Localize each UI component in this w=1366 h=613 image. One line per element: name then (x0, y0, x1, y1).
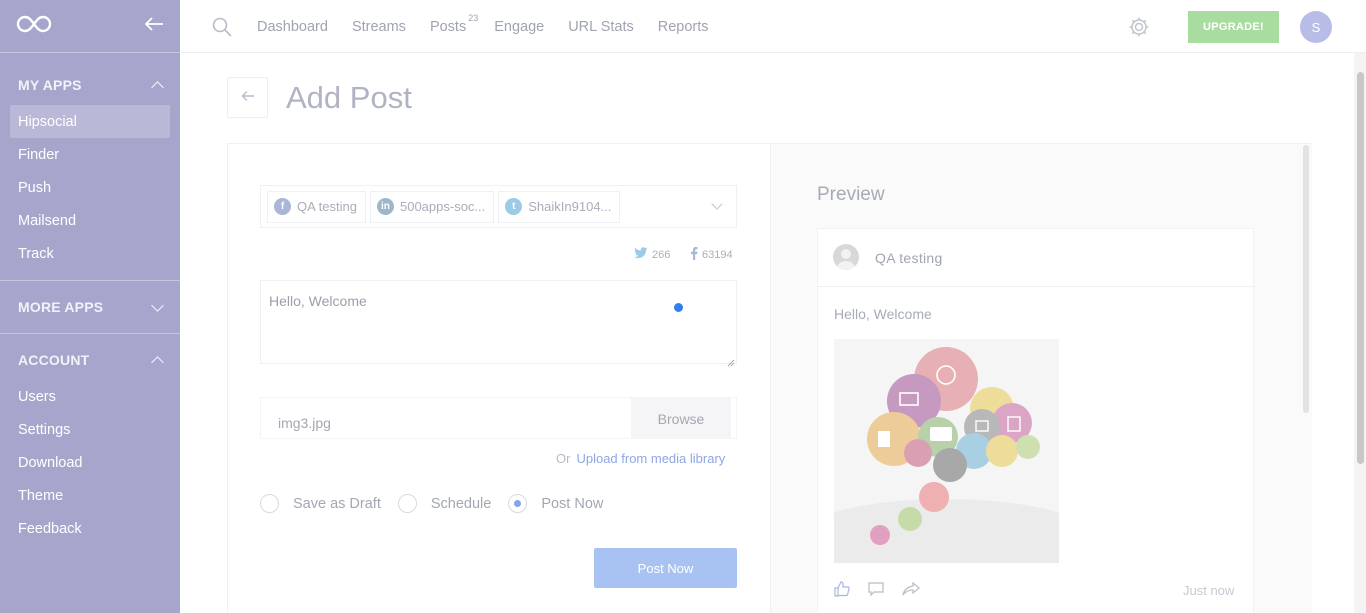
more-apps-section: MORE APPS (0, 281, 180, 334)
preview-timestamp: Just now (1183, 583, 1235, 598)
preview-title: Preview (817, 184, 885, 205)
nav-posts-label: Posts (429, 18, 467, 35)
preview-header: QA testing (818, 229, 1255, 287)
message-textarea[interactable]: Hello, Welcome (260, 280, 737, 364)
sidebar-item-push[interactable]: Push (10, 171, 170, 204)
account-section: ACCOUNT Users Settings Download Theme Fe… (0, 334, 180, 545)
page-scrollbar-thumb[interactable] (1357, 72, 1364, 464)
my-apps-header[interactable]: MY APPS (10, 65, 170, 105)
nav-posts[interactable]: Posts 23 (429, 13, 478, 35)
publish-options: Save as Draft Schedule Post Now (260, 494, 620, 513)
file-name: img3.jpg (278, 415, 331, 431)
twitter-icon: t (505, 198, 523, 215)
section-title: MY APPS (18, 77, 82, 93)
sidebar-item-download[interactable]: Download (10, 446, 170, 479)
section-title: MORE APPS (18, 299, 104, 315)
user-avatar-icon (833, 244, 859, 270)
account-name: QA testing (297, 199, 357, 214)
infinity-logo-icon[interactable] (16, 14, 52, 39)
share-icon[interactable] (902, 581, 920, 602)
chevron-up-icon[interactable] (151, 80, 164, 94)
nav-engage[interactable]: Engage (494, 19, 544, 35)
chevron-down-icon[interactable] (151, 298, 164, 312)
page-title: Add Post (286, 80, 412, 115)
preview-card: QA testing Hello, Welcome Just now (817, 228, 1255, 613)
twitter-count: 266 (652, 248, 671, 261)
back-button[interactable] (227, 77, 268, 118)
linkedin-icon: in (376, 198, 394, 215)
facebook-icon: f (274, 198, 291, 215)
media-library-line: Or Upload from media library (556, 451, 725, 466)
upgrade-button[interactable]: UPGRADE! (1188, 11, 1279, 43)
gear-icon[interactable] (1127, 15, 1151, 44)
post-now-label[interactable]: Post Now (541, 496, 603, 512)
more-apps-header[interactable]: MORE APPS (10, 287, 170, 327)
twitter-icon (634, 247, 648, 262)
account-chip-twitter[interactable]: t ShaikIn9104... (498, 190, 621, 223)
preview-actions (834, 581, 938, 602)
thumbs-up-icon[interactable] (834, 581, 850, 602)
nav-links: Dashboard Streams Posts 23 Engage URL Sta… (257, 0, 733, 53)
facebook-icon (690, 247, 698, 263)
my-apps-section: MY APPS Hipsocial Finder Push Mailsend T… (0, 65, 180, 281)
nav-dashboard[interactable]: Dashboard (257, 19, 328, 35)
search-icon[interactable] (212, 17, 232, 42)
facebook-count: 63194 (702, 249, 733, 261)
twitter-char-count: 266 (634, 247, 670, 262)
or-label: Or (556, 451, 571, 466)
arrow-left-icon[interactable] (144, 16, 164, 37)
resize-handle-icon[interactable] (727, 354, 735, 367)
sidebar-item-users[interactable]: Users (10, 380, 170, 413)
account-name: 500apps-soc... (399, 199, 486, 214)
post-now-button[interactable]: Post Now (594, 548, 737, 588)
preview-scrollbar[interactable] (1303, 145, 1309, 413)
nav-streams[interactable]: Streams (352, 19, 406, 35)
facebook-char-count: 63194 (690, 247, 733, 263)
arrow-left-icon (241, 89, 255, 107)
sidebar-item-mailsend[interactable]: Mailsend (10, 204, 170, 237)
nav-url-stats[interactable]: URL Stats (568, 19, 634, 35)
post-now-radio[interactable] (508, 494, 528, 513)
sidebar-header (0, 0, 180, 53)
section-title: ACCOUNT (18, 352, 90, 368)
posts-count-badge: 23 (468, 12, 479, 23)
upload-media-library-link[interactable]: Upload from media library (576, 451, 725, 466)
sidebar-item-theme[interactable]: Theme (10, 479, 170, 512)
chevron-up-icon[interactable] (151, 355, 164, 369)
save-as-draft-label[interactable]: Save as Draft (293, 496, 381, 512)
sidebar-item-settings[interactable]: Settings (10, 413, 170, 446)
schedule-label[interactable]: Schedule (431, 496, 491, 512)
sidebar-item-hipsocial[interactable]: Hipsocial (10, 105, 170, 138)
preview-image (834, 339, 1059, 563)
sidebar-item-finder[interactable]: Finder (10, 138, 170, 171)
cursor-indicator (674, 303, 683, 312)
comment-icon[interactable] (868, 581, 884, 602)
browse-button[interactable]: Browse (631, 398, 731, 439)
preview-account-name: QA testing (875, 250, 943, 266)
account-header[interactable]: ACCOUNT (10, 340, 170, 380)
file-upload-field[interactable]: img3.jpg Browse (260, 397, 737, 439)
account-selector[interactable]: f QA testing in 500apps-soc... t ShaikIn… (260, 185, 737, 228)
account-name: ShaikIn9104... (528, 199, 612, 214)
account-chip-facebook[interactable]: f QA testing (267, 190, 366, 223)
schedule-radio[interactable] (397, 494, 417, 513)
avatar[interactable]: S (1300, 11, 1332, 43)
sidebar: MY APPS Hipsocial Finder Push Mailsend T… (0, 0, 180, 613)
nav-reports[interactable]: Reports (658, 19, 709, 35)
sidebar-item-feedback[interactable]: Feedback (10, 512, 170, 545)
sidebar-item-track[interactable]: Track (10, 237, 170, 270)
preview-text: Hello, Welcome (834, 306, 932, 322)
save-as-draft-radio[interactable] (260, 494, 279, 513)
top-nav: Dashboard Streams Posts 23 Engage URL Sta… (180, 0, 1366, 53)
account-chip-linkedin[interactable]: in 500apps-soc... (369, 190, 495, 223)
